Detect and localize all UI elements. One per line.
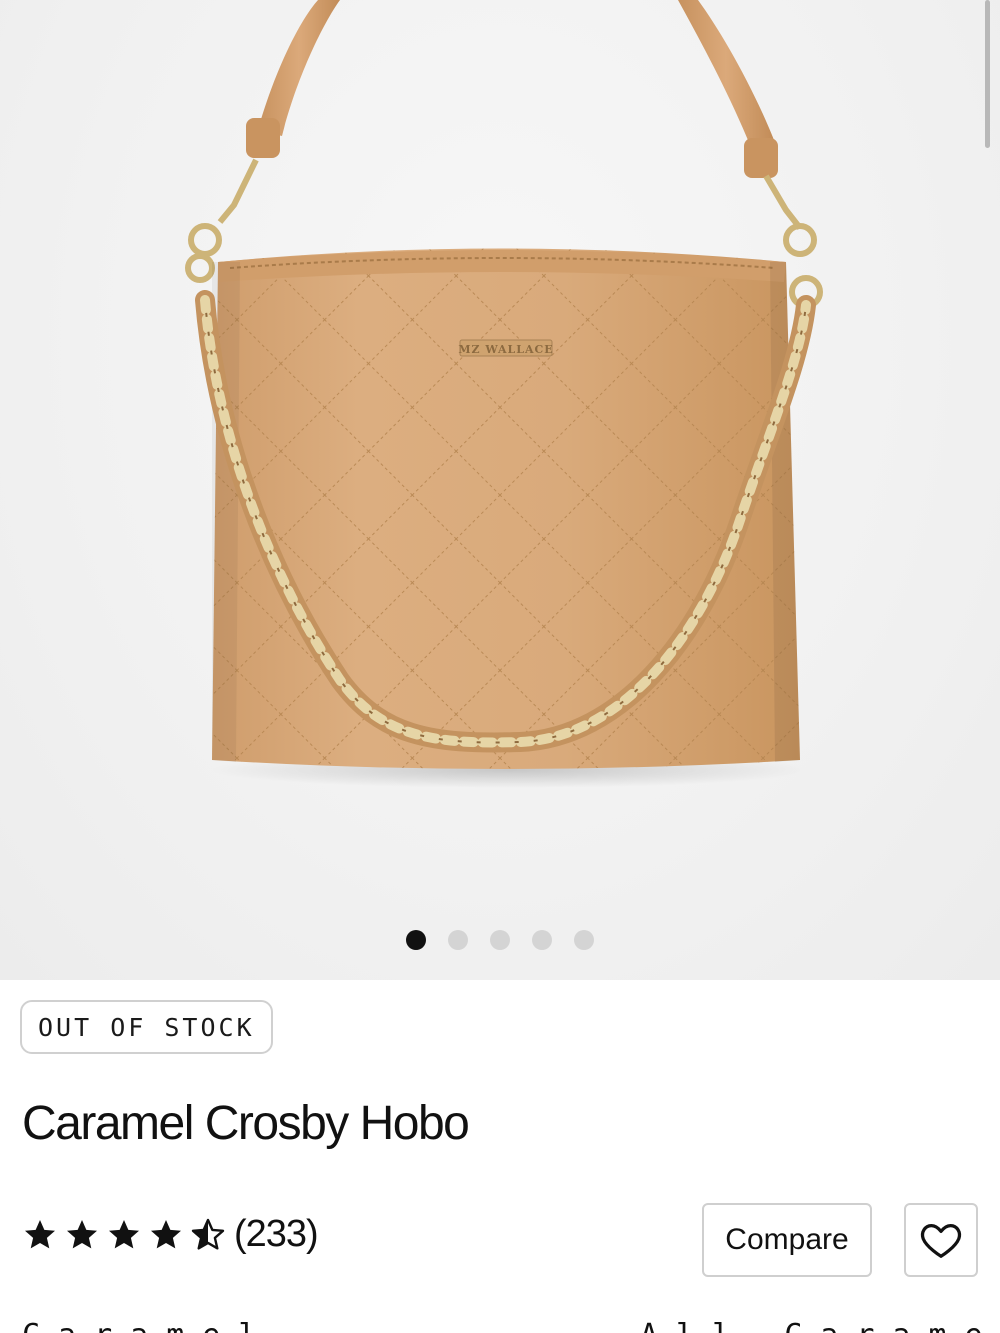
carousel-pagination <box>0 930 1000 950</box>
carousel-dot-4[interactable] <box>532 930 552 950</box>
carousel-dot-2[interactable] <box>448 930 468 950</box>
star-full-icon <box>109 1219 139 1248</box>
star-full-icon <box>151 1219 181 1248</box>
star-half-icon <box>191 1218 225 1250</box>
rating-stars <box>22 1217 226 1253</box>
review-count[interactable]: (233) <box>234 1213 319 1256</box>
carousel-dot-3[interactable] <box>490 930 510 950</box>
product-photo: MZ WALLACE <box>185 0 823 788</box>
carousel-dot-1[interactable] <box>406 930 426 950</box>
svg-text:MZ WALLACE: MZ WALLACE <box>458 343 553 356</box>
favorite-button[interactable] <box>904 1203 978 1277</box>
star-full-icon <box>67 1219 97 1248</box>
scroll-indicator[interactable] <box>985 0 990 148</box>
compare-button[interactable]: Compare <box>702 1203 872 1277</box>
heart-outline-icon <box>920 1223 962 1258</box>
product-title: Caramel Crosby Hobo <box>22 1097 470 1150</box>
all-styles-link[interactable]: All Caramel Styles <box>640 1318 1000 1333</box>
stock-status-badge: OUT OF STOCK <box>20 1000 273 1054</box>
product-page: MZ WALLACE OUT OF STOCK Caramel Crosby H… <box>0 0 1000 1333</box>
product-rating[interactable]: (233) <box>22 1213 319 1256</box>
selected-color-label: Caramel <box>22 1318 274 1333</box>
product-image-carousel[interactable]: MZ WALLACE <box>0 0 1000 980</box>
carousel-dot-5[interactable] <box>574 930 594 950</box>
star-full-icon <box>25 1219 55 1248</box>
